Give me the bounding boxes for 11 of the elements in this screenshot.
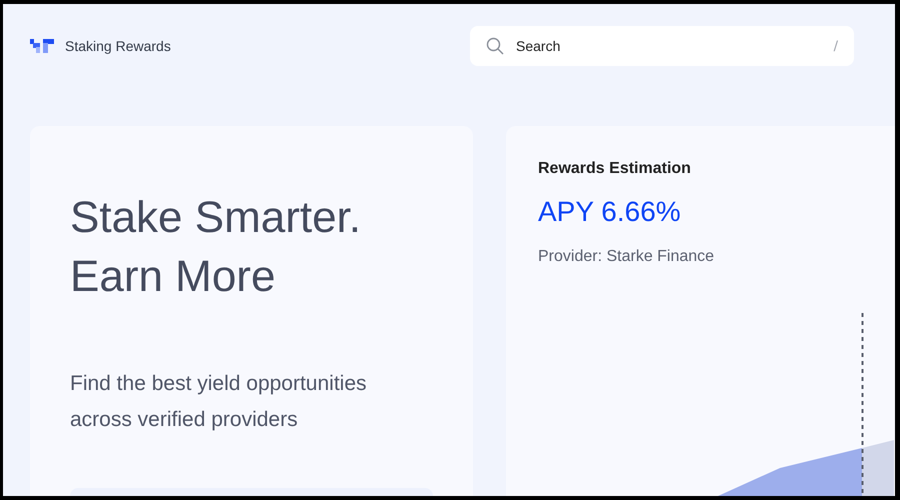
apy-value: APY 6.66% [538,196,682,228]
card-title: Rewards Estimation [538,160,692,178]
subtitle: Find the best yield opportunities across verified providers [70,371,368,433]
logo-icon [30,39,54,53]
brand-name: Staking Rewards [65,38,172,54]
headline: Stake Smarter. Earn More [70,192,362,303]
search-icon [486,37,504,55]
search-input[interactable]: Search [514,37,834,55]
shortcut-hint: / [834,38,838,54]
provider-label: Provider: Starke Finance [538,248,716,266]
search-field[interactable]: Search / [470,26,854,66]
